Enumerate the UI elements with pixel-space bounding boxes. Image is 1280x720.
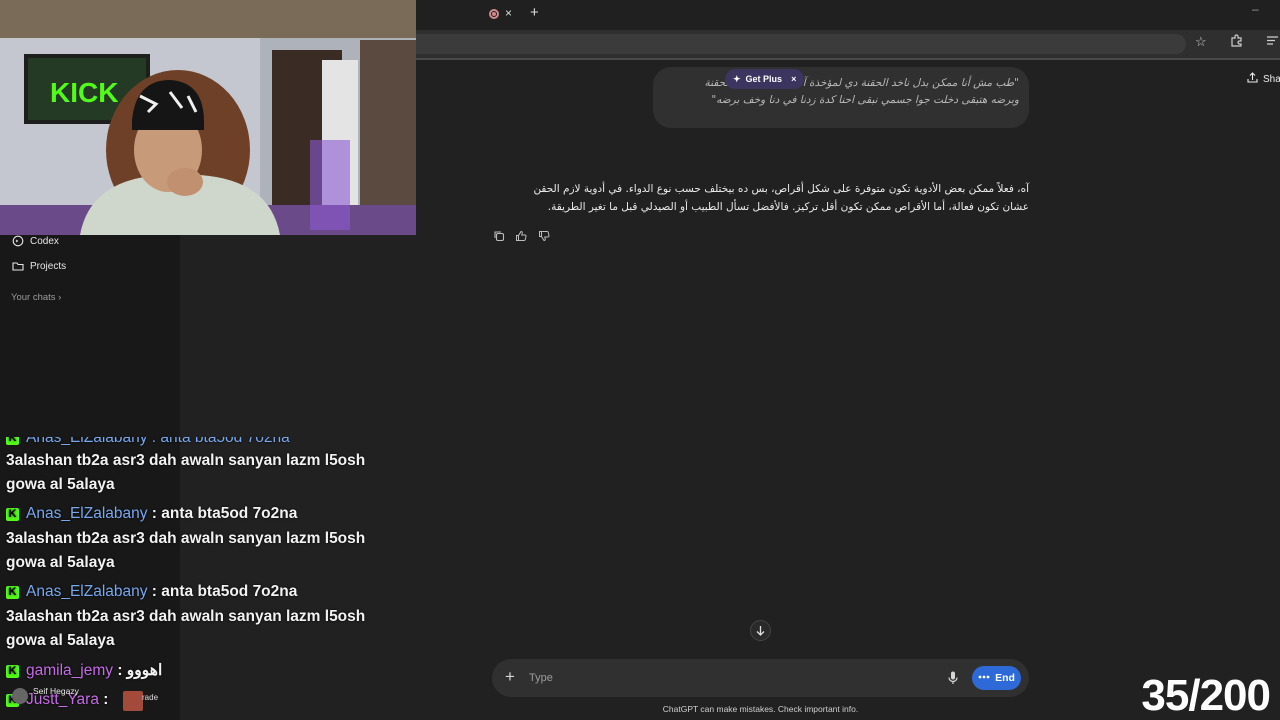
- browser-tab-strip: [416, 0, 1280, 30]
- webcam-feed: KICK: [0, 0, 416, 235]
- share-icon: [1247, 72, 1258, 86]
- sparkle-icon: ✦: [733, 73, 741, 84]
- window-minimize-button[interactable]: –: [1252, 2, 1259, 16]
- assistant-message-text: آه، فعلاً ممكن بعض الأدوية تكون متوفرة ع…: [533, 183, 1029, 213]
- chat-username[interactable]: Anas_ElZalabany: [26, 505, 148, 522]
- attach-plus-icon[interactable]: +: [505, 668, 515, 685]
- goal-counter: 35/200: [1141, 671, 1271, 720]
- chat-message-text: 3alashan tb2a asr3 dah awaln sanyan lazm…: [6, 530, 366, 547]
- chat-message-body: :: [98, 691, 109, 708]
- chat-message-text: gowa al 5alaya: [6, 554, 115, 571]
- reading-list-icon[interactable]: [1266, 34, 1279, 50]
- user-message-bubble: "طب مش أنا ممكن بدل ناخد الحقنة دي لمؤخذ…: [653, 67, 1029, 128]
- chat-message: K Anas_ElZalabany : anta bta5od 7o2na: [6, 505, 297, 523]
- thumbs-down-icon[interactable]: [538, 229, 550, 242]
- chat-message: Kgamila_jemy : اهووو: [6, 661, 162, 680]
- arrow-down-icon: [756, 626, 765, 636]
- sidebar-item-label: Projects: [30, 260, 67, 272]
- your-chats-heading[interactable]: Your chats ›: [11, 292, 61, 303]
- composer: + End: [492, 659, 1029, 697]
- message-input[interactable]: [529, 669, 929, 687]
- chat-message-text: gowa al 5alaya: [6, 476, 115, 493]
- end-label: End: [995, 672, 1015, 684]
- voice-dots-icon: [978, 672, 990, 684]
- get-plus-label: Get Plus: [745, 74, 783, 84]
- chat-message-text: 3alashan tb2a asr3 dah awaln sanyan lazm…: [6, 608, 366, 625]
- svg-text:KICK: KICK: [50, 77, 118, 108]
- folder-icon: [12, 260, 24, 272]
- copy-icon[interactable]: [493, 229, 505, 242]
- chat-message-body: : anta bta5od 7o2na: [147, 583, 298, 600]
- avatar: [12, 688, 28, 704]
- get-plus-close-button[interactable]: ×: [791, 74, 796, 84]
- sidebar-item-projects[interactable]: Projects: [12, 260, 66, 272]
- address-field[interactable]: [416, 34, 1186, 54]
- bookmark-star-icon[interactable]: ☆: [1195, 34, 1207, 50]
- disclaimer-text: ChatGPT can make mistakes. Check importa…: [662, 704, 859, 714]
- chrome-divider: [416, 58, 1280, 60]
- address-bar: [416, 30, 1280, 58]
- webcam-overlay: KICK: [0, 0, 416, 235]
- sidebar-item-codex[interactable]: Codex: [12, 235, 59, 247]
- chat-message-text: gowa al 5alaya: [6, 632, 115, 649]
- recording-indicator-icon: [489, 9, 499, 19]
- chat-username[interactable]: gamila_jemy: [26, 662, 113, 679]
- share-button[interactable]: Sha: [1247, 72, 1280, 86]
- end-voice-button[interactable]: End: [972, 666, 1021, 690]
- chat-username[interactable]: Anas_ElZalabany: [26, 583, 148, 600]
- tab-close-button[interactable]: ×: [505, 6, 512, 20]
- chat-message: K Anas_ElZalabany : anta bta5od 7o2na: [6, 583, 297, 601]
- chat-message-body: : اهووو: [113, 662, 163, 679]
- chat-message-body: : anta bta5od 7o2na: [147, 505, 298, 522]
- screen: × + – ☆ Codex Projects Your chats › KICK…: [0, 0, 1280, 720]
- share-label: Sha: [1263, 73, 1280, 85]
- codex-icon: [12, 235, 24, 247]
- emote-image: [123, 691, 143, 711]
- kick-badge-icon: K: [6, 508, 19, 521]
- microphone-icon[interactable]: [947, 670, 959, 686]
- new-tab-button[interactable]: +: [530, 4, 539, 21]
- thumbs-up-icon[interactable]: [515, 229, 527, 241]
- overlay-badge-text: rade: [142, 693, 159, 702]
- scroll-to-bottom-button[interactable]: [750, 620, 771, 641]
- get-plus-button[interactable]: ✦ Get Plus ×: [725, 69, 805, 89]
- overlay-user-name: Seif Hegazy: [33, 686, 79, 696]
- kick-badge-icon: K: [6, 665, 19, 678]
- extensions-icon[interactable]: [1230, 34, 1243, 50]
- kick-badge-icon: K: [6, 586, 19, 599]
- chat-message-text: 3alashan tb2a asr3 dah awaln sanyan lazm…: [6, 452, 366, 469]
- sidebar-item-label: Codex: [30, 235, 59, 247]
